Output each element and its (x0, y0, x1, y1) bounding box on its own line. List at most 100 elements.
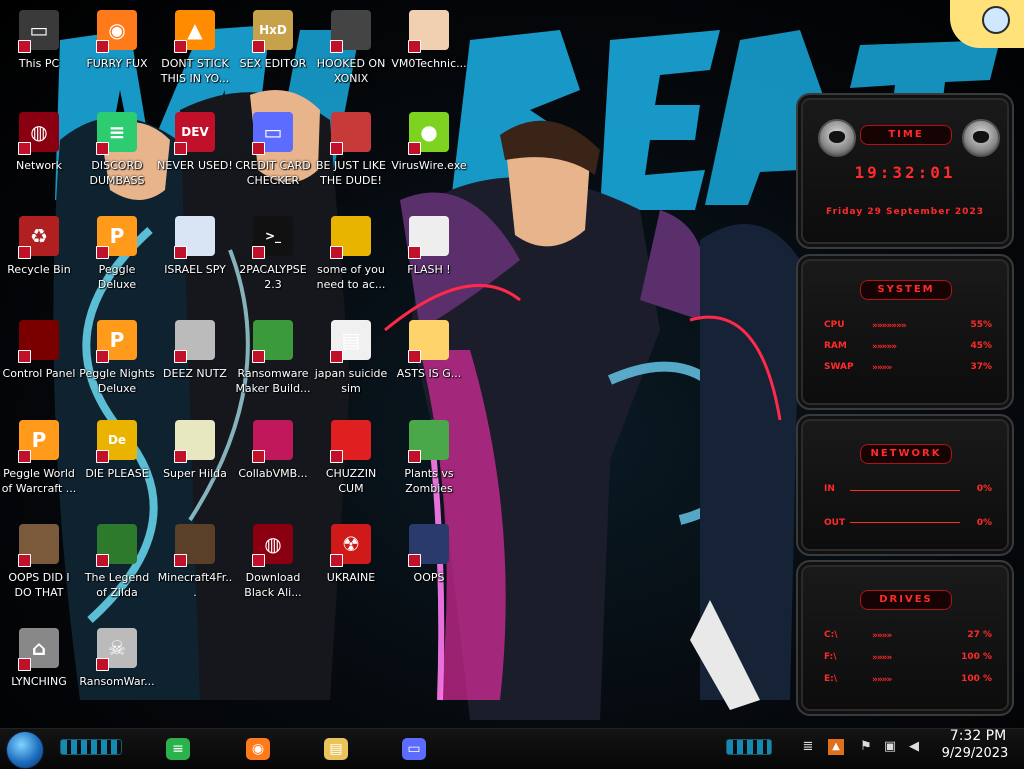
taskbar-app-file-explorer[interactable]: ▤ (318, 733, 354, 765)
shortcut-arrow-icon (18, 554, 31, 567)
corner-character-art (950, 0, 1024, 48)
desktop-icon[interactable]: ⌂ LYNCHING (0, 624, 78, 720)
desktop-icon[interactable]: Minecraft4Fr... (156, 520, 234, 616)
desktop-icon-label: BE JUST LIKE THE DUDE! (315, 159, 387, 187)
desktop-icon[interactable]: CHUZZIN CUM (312, 416, 390, 512)
desktop-icon[interactable]: ASTS IS G... (390, 316, 468, 412)
desktop-icon[interactable]: Ransomware Maker Build... (234, 316, 312, 412)
desktop-icon[interactable]: ◉ FURRY FUX (78, 6, 156, 102)
desktop-icon[interactable]: >_ 2PACALYPSE 2.3 (234, 212, 312, 308)
shortcut-arrow-icon (18, 142, 31, 155)
desktop-icon[interactable]: ISRAEL SPY (156, 212, 234, 308)
desktop-icon[interactable]: P Peggle Deluxe (78, 212, 156, 308)
tray-chevron-icon[interactable]: ≣ (800, 739, 816, 755)
desktop-icon[interactable]: DEEZ NUTZ (156, 316, 234, 412)
drives-gadget-header: DRIVES (860, 590, 952, 610)
shortcut-arrow-icon (252, 450, 265, 463)
start-orb-button[interactable] (6, 731, 44, 769)
desktop-icon[interactable]: ☢ UKRAINE (312, 520, 390, 616)
time-gadget-header: TIME (860, 125, 952, 145)
shortcut-arrow-icon (408, 246, 421, 259)
taskbar-app-feedly[interactable]: ≡ (160, 733, 196, 765)
tray-app-icon[interactable]: ▲ (828, 739, 844, 755)
desktop-icon[interactable]: ▲ DONT STICK THIS IN YO... (156, 6, 234, 102)
desktop-icon-label: NEVER USED! (157, 159, 233, 172)
desktop-icon[interactable]: VM0Technic... (390, 6, 468, 102)
desktop-icon-label: Minecraft4Fr... (157, 571, 233, 599)
network-tray-icon[interactable]: ▣ (882, 739, 898, 755)
desktop-icon-label: Control Panel (2, 367, 76, 380)
firefox-icon: ◉ (246, 738, 270, 760)
desktop-icon[interactable]: ● VirusWire.exe (390, 108, 468, 204)
network-gadget[interactable]: NETWORK IN 0% OUT 0% (796, 414, 1014, 556)
desktop-icon[interactable]: ◍ Network (0, 108, 78, 204)
desktop-icon[interactable]: Plants vs Zombies (390, 416, 468, 512)
desktop-icon[interactable]: ≡ DISCORD DUMBASS (78, 108, 156, 204)
shortcut-arrow-icon (330, 40, 343, 53)
shortcut-arrow-icon (174, 350, 187, 363)
desktop-icon-label: ASTS IS G... (396, 367, 462, 380)
desktop-icon-label: Download Black Ali... (244, 571, 302, 599)
desktop-icon[interactable]: CollabVMB... (234, 416, 312, 512)
volume-icon[interactable]: ◀ (906, 739, 922, 755)
drives-row: E:\ 100 % »»»» (824, 674, 992, 688)
desktop-icon-label: Recycle Bin (7, 263, 71, 276)
desktop-icon-label: FLASH ! (407, 263, 451, 276)
shortcut-arrow-icon (96, 246, 109, 259)
shortcut-arrow-icon (252, 142, 265, 155)
shortcut-arrow-icon (18, 246, 31, 259)
shortcut-arrow-icon (96, 40, 109, 53)
desktop-icon[interactable]: ▭ CREDIT CARD CHECKER (234, 108, 312, 204)
desktop-icon[interactable]: ◍ Download Black Ali... (234, 520, 312, 616)
desktop-icon[interactable]: OOPS DID I DO THAT (0, 520, 78, 616)
desktop-icon[interactable]: ▭ This PC (0, 6, 78, 102)
desktop-icon[interactable]: HOOKED ON XONIX (312, 6, 390, 102)
network-row-label: OUT (824, 518, 846, 528)
desktop-icon[interactable]: FLASH ! (390, 212, 468, 308)
system-row-label: SWAP (824, 362, 854, 372)
shortcut-arrow-icon (174, 554, 187, 567)
drives-row: F:\ 100 % »»»» (824, 652, 992, 666)
flag-icon[interactable]: ⚑ (858, 739, 874, 755)
desktop-icon-label: 2PACALYPSE 2.3 (239, 263, 307, 291)
taskbar-clock-date[interactable]: 9/29/2023 (930, 746, 1020, 761)
time-gadget[interactable]: TIME 19:32:01 Friday 29 September 2023 (796, 93, 1014, 249)
system-row-label: CPU (824, 320, 845, 330)
shortcut-arrow-icon (252, 246, 265, 259)
desktop-icon[interactable]: Super Hilda (156, 416, 234, 512)
desktop-icon[interactable]: ♻ Recycle Bin (0, 212, 78, 308)
desktop-icon[interactable]: BE JUST LIKE THE DUDE! (312, 108, 390, 204)
drives-gadget[interactable]: DRIVES C:\ 27 % »»»» F:\ 100 % »»»» E:\ 100 % »»… (796, 560, 1014, 716)
desktop-icon[interactable]: The Legend of Zilda (78, 520, 156, 616)
system-gadget-header: SYSTEM (860, 280, 952, 300)
drives-row-value: 100 % (961, 652, 992, 662)
desktop-icon[interactable]: Control Panel (0, 316, 78, 412)
desktop-icon[interactable]: OOPS (390, 520, 468, 616)
system-gadget[interactable]: SYSTEM CPU 55% »»»»»»» RAM 45% »»»»» SWAP 37% »»… (796, 254, 1014, 410)
desktop-icon[interactable]: P Peggle World of Warcraft ... (0, 416, 78, 512)
desktop-icon[interactable]: ▤ japan suicide sim (312, 316, 390, 412)
desktop-icon-label: HOOKED ON XONIX (316, 57, 386, 85)
taskbar-app-credit-card-checker[interactable]: ▭ (396, 733, 432, 765)
desktop-icon-label: OOPS (413, 571, 445, 584)
desktop-icon[interactable]: HxD SEX EDITOR (234, 6, 312, 102)
desktop-icon[interactable]: ☠ RansomWar... (78, 624, 156, 720)
desktop-icon[interactable]: De DIE PLEASE (78, 416, 156, 512)
shortcut-arrow-icon (330, 450, 343, 463)
shortcut-arrow-icon (408, 450, 421, 463)
desktop-icon-label: ISRAEL SPY (164, 263, 226, 276)
desktop-icon-label: CHUZZIN CUM (325, 467, 377, 495)
desktop-icon-label: RansomWar... (79, 675, 155, 688)
taskbar-clock-time[interactable]: 7:32 PM (938, 728, 1018, 744)
taskbar-app-firefox[interactable]: ◉ (240, 733, 276, 765)
taskbar: ≡ ◉ ▤ ▭ ≣ ▲ ⚑ ▣ ◀ (0, 728, 1024, 769)
network-row: IN 0% (824, 484, 992, 498)
alien-head-icon (818, 119, 856, 157)
desktop-icon[interactable]: P Peggle Nights Deluxe (78, 316, 156, 412)
drives-level-bar: »»»» (872, 631, 892, 641)
desktop-icon[interactable]: some of you need to ac... (312, 212, 390, 308)
desktop-icon-label: DEEZ NUTZ (163, 367, 227, 380)
desktop-icon[interactable]: DEV NEVER USED! (156, 108, 234, 204)
system-level-bar: »»»»» (872, 342, 897, 352)
system-level-bar: »»»»»»» (872, 321, 907, 331)
